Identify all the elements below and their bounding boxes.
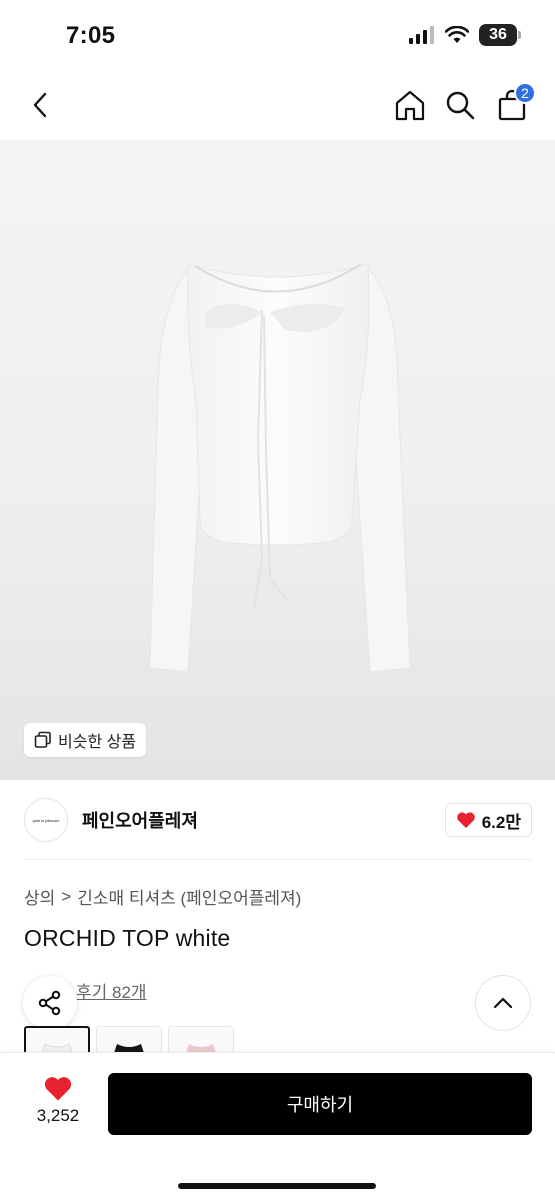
brand-row: pain or pleasure 페인오어플레져 6.2만: [24, 797, 532, 843]
product-image[interactable]: 비슷한 상품: [0, 140, 555, 780]
heart-icon: [456, 812, 475, 828]
similar-products-label: 비슷한 상품: [58, 734, 137, 751]
product-title: ORCHID TOP white: [24, 925, 231, 951]
status-time: 7:05: [66, 22, 116, 49]
back-button[interactable]: [20, 84, 62, 126]
brand-like-count: 6.2만: [481, 812, 521, 832]
wifi-icon: [445, 26, 469, 43]
scroll-top-button[interactable]: [475, 975, 531, 1031]
product-photo: [149, 263, 411, 673]
status-bar: 7:05 36: [0, 0, 555, 70]
share-button[interactable]: [23, 976, 77, 1030]
brand-like-button[interactable]: 6.2만: [444, 803, 532, 837]
wishlist-button[interactable]: 3,252: [30, 1075, 86, 1126]
search-button[interactable]: [439, 84, 481, 126]
copy-icon: [34, 731, 51, 748]
wishlist-count: 3,252: [36, 1106, 80, 1125]
svg-text:pain or pleasure: pain or pleasure: [33, 818, 60, 823]
review-count-link[interactable]: 후기 82개: [76, 978, 147, 1003]
chevron-left-icon: [33, 92, 47, 118]
breadcrumb-category[interactable]: 상의: [24, 884, 55, 909]
home-icon: [395, 90, 425, 121]
cart-count-badge: 2: [514, 82, 536, 104]
status-icons: 36: [409, 24, 521, 46]
home-button[interactable]: [389, 84, 431, 126]
similar-products-button[interactable]: 비슷한 상품: [24, 723, 147, 757]
buy-button[interactable]: 구매하기: [108, 1073, 532, 1135]
heart-filled-icon: [44, 1077, 72, 1101]
breadcrumb: 상의 > 긴소매 티셔츠 (페인오어플레져): [24, 884, 301, 909]
top-nav: 2: [0, 70, 555, 140]
chevron-up-icon: [493, 997, 513, 1009]
battery-indicator: 36: [479, 24, 521, 46]
brand-logo-wordmark: pain or pleasure: [33, 818, 60, 823]
brand-logo[interactable]: pain or pleasure: [24, 798, 68, 842]
cellular-signal-icon: [409, 26, 434, 44]
search-icon: [446, 91, 475, 120]
home-indicator: [178, 1183, 376, 1189]
share-icon: [38, 990, 61, 1016]
breadcrumb-subcategory[interactable]: 긴소매 티셔츠 (페인오어플레져): [77, 884, 301, 909]
divider: [24, 859, 532, 860]
brand-name[interactable]: 페인오어플레져: [82, 807, 198, 833]
cart-button[interactable]: 2: [491, 82, 536, 126]
bottom-action-bar: 3,252 구매하기: [0, 1052, 555, 1200]
breadcrumb-separator: >: [61, 886, 72, 906]
